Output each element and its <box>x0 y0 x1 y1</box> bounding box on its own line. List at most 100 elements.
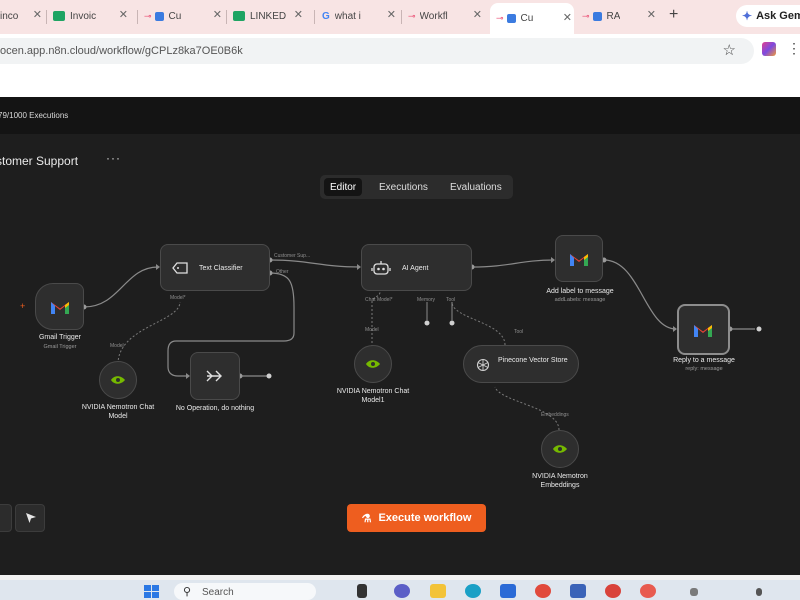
n8n-icon: ⊸ <box>144 10 152 21</box>
workflow-name[interactable]: stomer Support <box>0 154 78 168</box>
input-label: Chat Model* <box>365 297 393 303</box>
browser-tab-workflow[interactable]: ⊸ Workfl ✕ <box>408 5 484 27</box>
nvidia-icon <box>553 445 567 453</box>
edge-model1-classifier <box>117 301 181 365</box>
edge-pinecone-agent <box>451 301 506 346</box>
taskbar-search[interactable]: ⚲ Search <box>174 583 316 600</box>
browser-menu-icon[interactable]: ⋮ <box>787 40 800 57</box>
close-icon[interactable]: ✕ <box>387 8 396 21</box>
node-no-op[interactable] <box>190 352 240 400</box>
output-label: Other <box>276 269 289 275</box>
node-title: NVIDIA Nemotron Embeddings <box>532 473 588 489</box>
edge-embed-pinecone <box>494 386 560 431</box>
gmail-icon <box>570 254 588 266</box>
ask-gemini-label: Ask Gem <box>756 10 800 22</box>
tab-evaluations[interactable]: Evaluations <box>450 178 502 196</box>
node-title: AI Agent <box>402 265 429 272</box>
close-icon[interactable]: ✕ <box>473 8 482 21</box>
tab-label: what i <box>334 10 361 22</box>
ask-gemini-button[interactable]: ✦ Ask Gem <box>736 5 800 27</box>
tab-label: LINKED <box>250 10 287 22</box>
chrome-profile-2-icon[interactable] <box>640 584 656 598</box>
node-title: No Operation, do nothing <box>175 405 255 412</box>
bookmark-star-icon[interactable]: ☆ <box>723 41 736 59</box>
robot-icon <box>371 261 391 275</box>
node-pinecone-vector-store[interactable]: Pinecone Vector Store <box>463 345 579 383</box>
sheets-icon <box>53 11 65 21</box>
node-ai-agent[interactable]: AI Agent <box>361 244 472 291</box>
input-label: Tool <box>446 297 456 303</box>
tab-editor[interactable]: Editor <box>324 178 363 196</box>
node-subtitle: addLabels: message <box>554 297 606 303</box>
node-gmail-trigger[interactable] <box>35 283 84 330</box>
node-title: Reply to a message <box>673 357 735 364</box>
close-icon[interactable]: ✕ <box>119 8 128 21</box>
browser-tab-google[interactable]: G what i ✕ <box>322 5 398 27</box>
tab-label: Workfl <box>419 10 448 22</box>
tab-executions[interactable]: Executions <box>379 178 428 196</box>
gmail-icon <box>694 325 712 337</box>
browser-tab-n8n-1[interactable]: ⊸ Cu ✕ <box>144 5 224 27</box>
file-explorer-icon[interactable] <box>430 584 446 598</box>
store-icon[interactable] <box>500 584 516 598</box>
docs-icon <box>592 11 602 21</box>
close-icon[interactable]: ✕ <box>647 8 656 21</box>
browser-tab-rag[interactable]: ⊸ RA ✕ <box>582 5 658 27</box>
extension-icon[interactable] <box>762 42 776 56</box>
browser-tab-active[interactable]: ⊸ Cu ✕ <box>490 3 574 34</box>
address-bar[interactable]: ocen.app.n8n.cloud/workflow/gCPLz8ka7OE0… <box>0 38 754 64</box>
connection-label: Embeddings <box>541 412 569 418</box>
browser-tab[interactable]: inco ✕ <box>0 5 44 27</box>
nvidia-icon <box>111 376 125 384</box>
edge-icon[interactable] <box>465 584 481 598</box>
url-text[interactable]: ocen.app.n8n.cloud/workflow/gCPLz8ka7OE0… <box>0 45 243 57</box>
connection-label: Model <box>110 343 124 349</box>
chrome-profile-icon[interactable] <box>605 584 621 598</box>
node-title: NVIDIA Nemotron Chat Model1 <box>336 388 410 404</box>
new-tab-button[interactable]: + <box>669 6 678 24</box>
windows-taskbar: ⚲ Search <box>0 580 800 600</box>
windows-start-icon[interactable] <box>144 585 160 599</box>
n8n-icon: ⊸ <box>582 10 590 21</box>
close-icon[interactable]: ✕ <box>33 8 42 21</box>
node-title: Text Classifier <box>199 265 243 272</box>
node-title: NVIDIA Nemotron Chat Model <box>81 404 155 420</box>
tag-icon <box>172 262 188 274</box>
app-icon[interactable] <box>690 588 698 596</box>
teams-icon[interactable] <box>394 584 410 598</box>
close-icon[interactable]: ✕ <box>563 11 572 24</box>
browser-tab-invoice[interactable]: Invoic ✕ <box>53 5 130 27</box>
tray-icon[interactable] <box>756 588 762 596</box>
node-nvidia-chat-model[interactable] <box>99 361 137 399</box>
node-subtitle: Gmail Trigger <box>43 344 77 350</box>
task-view-icon[interactable] <box>357 584 367 598</box>
notepad-icon[interactable] <box>570 584 586 598</box>
close-icon[interactable]: ✕ <box>294 8 303 21</box>
node-nvidia-chat-model-1[interactable] <box>354 345 392 383</box>
execute-workflow-label: Execute workflow <box>378 512 472 524</box>
input-label: Model* <box>170 295 186 301</box>
n8n-app: 79/1000 Executions + stomer Support ··· … <box>0 97 800 575</box>
node-add-label[interactable] <box>555 235 603 282</box>
input-label: Memory <box>417 297 436 303</box>
chrome-icon[interactable] <box>535 584 551 598</box>
tab-label: RA <box>606 10 621 22</box>
tab-label: Cu <box>168 10 182 22</box>
browser-tab-linkedin[interactable]: LINKED ✕ <box>233 5 305 27</box>
close-icon[interactable]: ✕ <box>213 8 222 21</box>
nvidia-icon <box>366 360 380 368</box>
view-tabs: Editor Executions Evaluations <box>320 175 513 199</box>
pointer-tool-button[interactable] <box>15 504 45 532</box>
execute-workflow-button[interactable]: ⚗ Execute workflow <box>347 504 486 532</box>
cursor-icon <box>26 513 36 523</box>
gmail-icon <box>51 302 69 314</box>
workflow-more-button[interactable]: ··· <box>106 151 121 165</box>
browser-tab-bar: inco ✕ Invoic ✕ ⊸ Cu ✕ LINKED ✕ G what i … <box>0 0 800 34</box>
node-text-classifier[interactable]: Text Classifier <box>160 244 270 291</box>
n8n-icon: ⊸ <box>408 10 416 21</box>
n8n-icon: ⊸ <box>496 13 504 23</box>
node-nvidia-embeddings[interactable] <box>541 430 579 468</box>
address-bar-row: ocen.app.n8n.cloud/workflow/gCPLz8ka7OE0… <box>0 34 800 67</box>
node-reply-message[interactable] <box>677 304 730 355</box>
zoom-control-button[interactable] <box>0 504 12 532</box>
